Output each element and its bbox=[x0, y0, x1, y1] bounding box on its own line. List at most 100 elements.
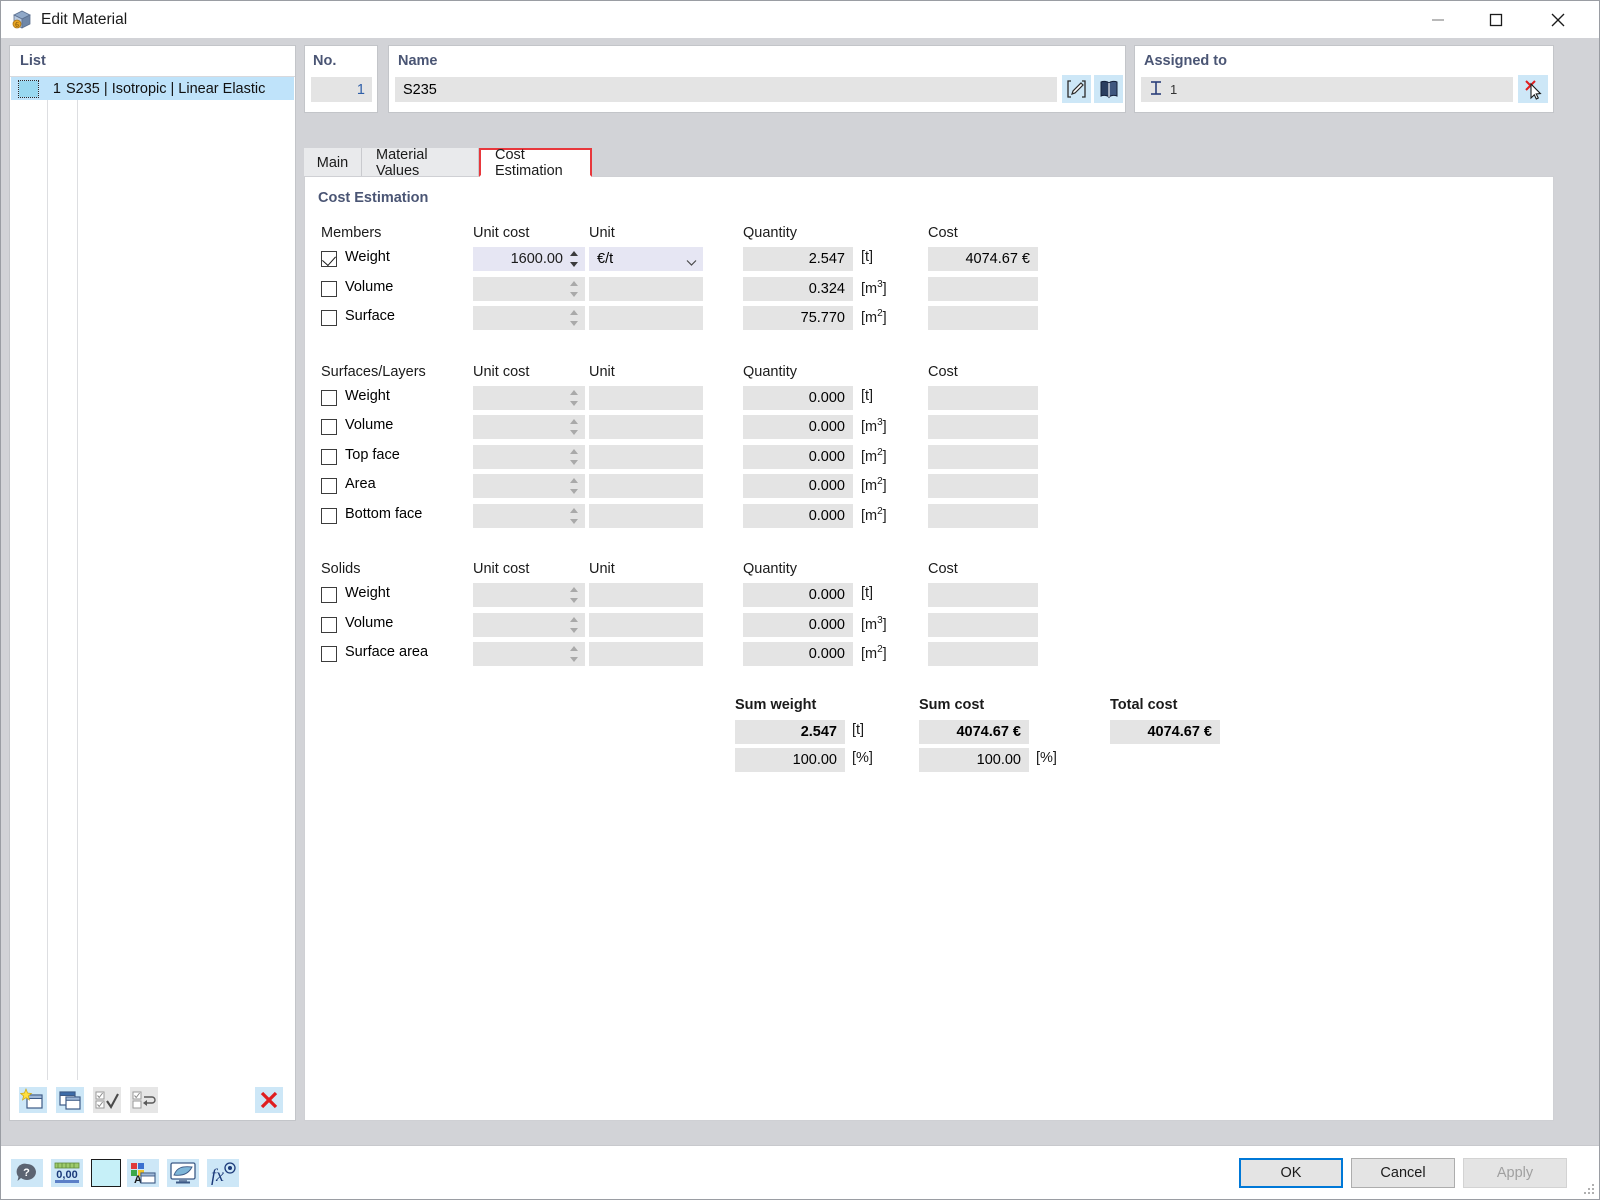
unit-cost-input[interactable] bbox=[473, 613, 585, 637]
unit-select[interactable] bbox=[589, 613, 703, 637]
color-swatch-icon[interactable] bbox=[91, 1159, 121, 1187]
cost-value bbox=[928, 445, 1038, 469]
spinner-arrows[interactable] bbox=[570, 476, 580, 496]
copy-material-icon[interactable] bbox=[56, 1087, 84, 1113]
row-checkbox[interactable] bbox=[321, 646, 337, 662]
delete-material-icon[interactable] bbox=[255, 1087, 283, 1113]
row-checkbox[interactable] bbox=[321, 251, 337, 267]
unit-select[interactable] bbox=[589, 386, 703, 410]
list-panel-title: List bbox=[20, 53, 46, 69]
close-button[interactable] bbox=[1535, 1, 1581, 38]
column-header-quantity: Quantity bbox=[743, 225, 797, 241]
row-checkbox[interactable] bbox=[321, 310, 337, 326]
panel-title: Cost Estimation bbox=[318, 190, 428, 206]
spinner-arrows[interactable] bbox=[570, 447, 580, 467]
spinner-arrows[interactable] bbox=[570, 308, 580, 328]
unit-select[interactable] bbox=[589, 277, 703, 301]
ok-button[interactable]: OK bbox=[1239, 1158, 1343, 1188]
row-checkbox[interactable] bbox=[321, 449, 337, 465]
unit-cost-input[interactable]: 1600.00 bbox=[473, 247, 585, 271]
invert-selection-icon[interactable] bbox=[130, 1087, 158, 1113]
column-header-quantity: Quantity bbox=[743, 561, 797, 577]
unit-select[interactable] bbox=[589, 415, 703, 439]
sum-weight-value: 2.547 bbox=[735, 720, 845, 744]
svg-text:?: ? bbox=[23, 1167, 30, 1179]
decimal-places-icon[interactable]: 0,00 bbox=[51, 1159, 83, 1187]
unit-cost-input[interactable] bbox=[473, 306, 585, 330]
row-checkbox[interactable] bbox=[321, 587, 337, 603]
unit-cost-input[interactable] bbox=[473, 583, 585, 607]
tab-main[interactable]: Main bbox=[304, 148, 362, 177]
name-input[interactable]: S235 bbox=[395, 77, 1057, 102]
unit-select[interactable] bbox=[589, 306, 703, 330]
remove-assignment-icon[interactable] bbox=[1518, 75, 1548, 103]
unit-select[interactable]: €/t bbox=[589, 247, 703, 271]
unit-select[interactable] bbox=[589, 504, 703, 528]
list-item-number: 1 bbox=[38, 81, 66, 97]
unit-cost-input[interactable] bbox=[473, 386, 585, 410]
cancel-button[interactable]: Cancel bbox=[1351, 1158, 1455, 1188]
spinner-arrows[interactable] bbox=[570, 388, 580, 408]
tab-material-values-label: Material Values bbox=[376, 147, 464, 179]
resize-grip[interactable] bbox=[1582, 1182, 1596, 1196]
section-label: Surfaces/Layers bbox=[321, 364, 426, 380]
sum-cost-label: Sum cost bbox=[919, 697, 984, 713]
formula-icon[interactable]: fx bbox=[207, 1159, 239, 1187]
row-checkbox[interactable] bbox=[321, 508, 337, 524]
unit-select[interactable] bbox=[589, 583, 703, 607]
new-material-icon[interactable] bbox=[19, 1087, 47, 1113]
help-icon[interactable]: ? bbox=[11, 1159, 43, 1187]
row-checkbox[interactable] bbox=[321, 478, 337, 494]
svg-text:0,00: 0,00 bbox=[56, 1169, 77, 1181]
row-checkbox[interactable] bbox=[321, 390, 337, 406]
unit-cost-input[interactable] bbox=[473, 415, 585, 439]
spinner-arrows[interactable] bbox=[570, 279, 580, 299]
total-cost-label: Total cost bbox=[1110, 697, 1177, 713]
number-input[interactable]: 1 bbox=[311, 77, 372, 102]
minimize-button[interactable] bbox=[1415, 1, 1461, 38]
select-all-icon[interactable] bbox=[93, 1087, 121, 1113]
unit-cost-input[interactable] bbox=[473, 642, 585, 666]
maximize-button[interactable] bbox=[1473, 1, 1519, 38]
material-color-swatch[interactable] bbox=[19, 81, 38, 97]
material-library-icon[interactable] bbox=[1094, 75, 1123, 103]
tab-cost-estimation[interactable]: Cost Estimation bbox=[479, 148, 592, 177]
cost-value: 4074.67 € bbox=[928, 247, 1038, 271]
render-view-icon[interactable] bbox=[167, 1159, 199, 1187]
spinner-arrows[interactable] bbox=[570, 615, 580, 635]
assigned-to-group: Assigned to 1 bbox=[1134, 45, 1554, 113]
quantity-unit: [m2] bbox=[861, 644, 887, 662]
unit-select[interactable] bbox=[589, 474, 703, 498]
unit-select[interactable] bbox=[589, 642, 703, 666]
cost-value bbox=[928, 642, 1038, 666]
edit-material-icon[interactable] bbox=[1062, 75, 1091, 103]
section-label: Solids bbox=[321, 561, 361, 577]
column-header-cost: Cost bbox=[928, 225, 958, 241]
spinner-arrows[interactable] bbox=[570, 249, 580, 269]
column-header-cost: Cost bbox=[928, 364, 958, 380]
assigned-to-input[interactable]: 1 bbox=[1141, 77, 1513, 102]
spinner-arrows[interactable] bbox=[570, 585, 580, 605]
cost-row: Weight0.000[t] bbox=[321, 583, 1051, 607]
row-checkbox[interactable] bbox=[321, 617, 337, 633]
unit-cost-input[interactable] bbox=[473, 277, 585, 301]
row-checkbox[interactable] bbox=[321, 419, 337, 435]
spinner-arrows[interactable] bbox=[570, 417, 580, 437]
column-header-quantity: Quantity bbox=[743, 364, 797, 380]
row-label: Surface bbox=[345, 308, 395, 324]
quantity-value: 0.000 bbox=[743, 504, 853, 528]
row-label: Weight bbox=[345, 249, 390, 265]
row-label: Weight bbox=[345, 388, 390, 404]
display-properties-icon[interactable]: A bbox=[127, 1159, 159, 1187]
row-checkbox[interactable] bbox=[321, 281, 337, 297]
unit-cost-input[interactable] bbox=[473, 445, 585, 469]
spinner-arrows[interactable] bbox=[570, 644, 580, 664]
unit-cost-input[interactable] bbox=[473, 504, 585, 528]
list-item[interactable]: 1 S235 | Isotropic | Linear Elastic bbox=[11, 77, 294, 100]
spinner-arrows[interactable] bbox=[570, 506, 580, 526]
unit-cost-input[interactable] bbox=[473, 474, 585, 498]
cost-value bbox=[928, 583, 1038, 607]
cost-value bbox=[928, 386, 1038, 410]
unit-select[interactable] bbox=[589, 445, 703, 469]
tab-material-values[interactable]: Material Values bbox=[362, 148, 479, 177]
